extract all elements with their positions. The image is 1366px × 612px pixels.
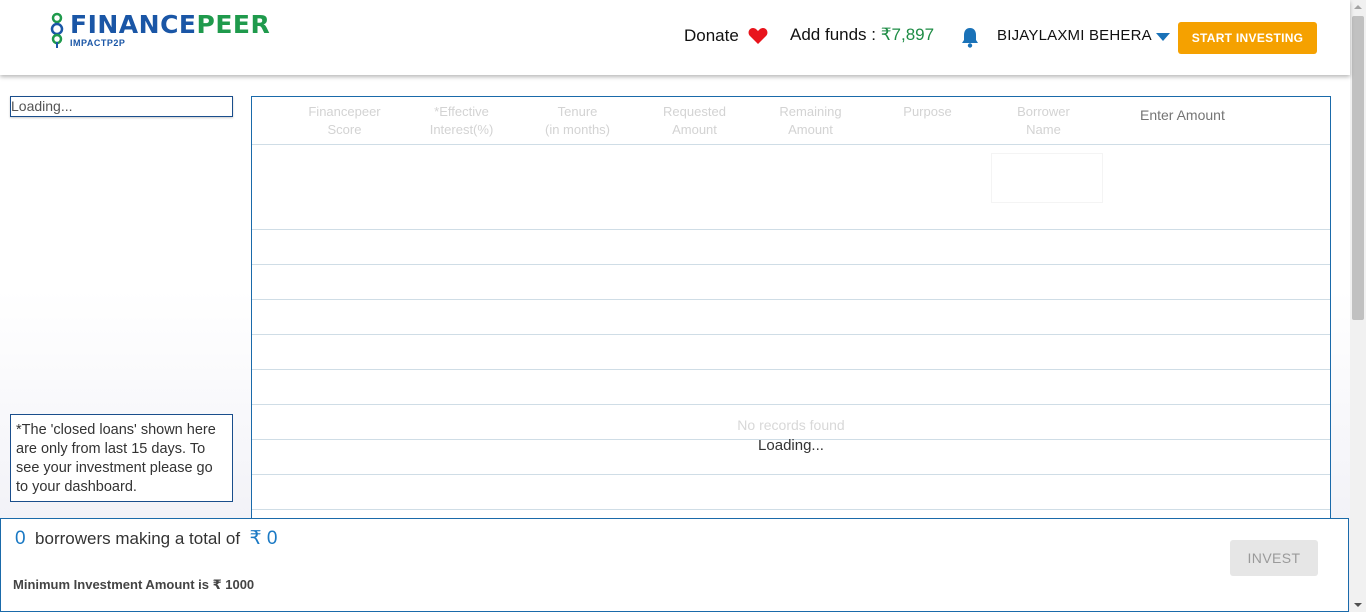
user-menu-name[interactable]: BIJAYLAXMI BEHERA bbox=[997, 27, 1152, 44]
table-row-divider bbox=[252, 474, 1330, 475]
table-header: Financepeer Score *Effective Interest(%) T… bbox=[252, 97, 1330, 145]
brand-logo[interactable]: FINANCEPEER IMPACTP2P bbox=[48, 12, 270, 48]
add-funds-label: Add funds : bbox=[790, 25, 881, 44]
investment-summary-bar: 0 borrowers making a total of ₹ 0 Minimu… bbox=[0, 518, 1349, 612]
invest-button[interactable]: INVEST bbox=[1230, 540, 1318, 576]
loans-table: Financepeer Score *Effective Interest(%) T… bbox=[251, 96, 1331, 521]
scroll-down-icon[interactable] bbox=[1354, 603, 1362, 607]
column-header-interest[interactable]: *Effective Interest(%) bbox=[404, 103, 519, 139]
donate-link[interactable]: Donate bbox=[684, 26, 768, 46]
enter-amount-input[interactable] bbox=[1140, 104, 1320, 126]
add-funds-link[interactable]: Add funds : ₹7,897 bbox=[790, 25, 934, 45]
summary-text: borrowers making a total of bbox=[35, 529, 241, 548]
table-placeholder-cell bbox=[991, 153, 1103, 203]
table-row-divider bbox=[252, 404, 1330, 405]
column-header-tenure[interactable]: Tenure (in months) bbox=[520, 103, 635, 139]
start-investing-button[interactable]: START INVESTING bbox=[1178, 22, 1317, 54]
donate-label: Donate bbox=[684, 26, 739, 45]
table-row-divider bbox=[252, 229, 1330, 230]
logo-tagline: IMPACTP2P bbox=[70, 38, 126, 48]
column-header-purpose[interactable]: Purpose bbox=[870, 103, 985, 121]
caret-down-icon[interactable] bbox=[1156, 33, 1170, 41]
scroll-up-icon[interactable] bbox=[1354, 5, 1362, 9]
table-row-divider bbox=[252, 369, 1330, 370]
borrower-count: 0 bbox=[15, 528, 26, 549]
minimum-investment-note: Minimum Investment Amount is ₹ 1000 bbox=[13, 577, 255, 592]
filter-loading-box: Loading... bbox=[10, 96, 233, 117]
closed-loans-note: *The 'closed loans' shown here are only … bbox=[10, 414, 233, 502]
top-navbar: FINANCEPEER IMPACTP2P Donate Add funds :… bbox=[0, 0, 1350, 75]
scroll-thumb[interactable] bbox=[1352, 16, 1364, 320]
table-row-divider bbox=[252, 264, 1330, 265]
total-amount: ₹ 0 bbox=[249, 528, 278, 549]
bell-icon[interactable] bbox=[960, 26, 980, 48]
page-scrollbar[interactable] bbox=[1350, 0, 1366, 612]
table-loading-indicator: Loading... bbox=[758, 437, 824, 454]
column-header-score[interactable]: Financepeer Score bbox=[287, 103, 402, 139]
investment-summary: 0 borrowers making a total of ₹ 0 bbox=[15, 527, 277, 550]
no-records-message: No records found bbox=[737, 417, 845, 433]
table-row-divider bbox=[252, 509, 1330, 510]
logo-wordmark: FINANCEPEER bbox=[70, 10, 271, 39]
table-row-divider bbox=[252, 334, 1330, 335]
funds-amount: ₹7,897 bbox=[880, 25, 935, 44]
logo-mark-icon bbox=[50, 12, 64, 48]
column-header-requested-amount[interactable]: Requested Amount bbox=[637, 103, 752, 139]
heart-icon bbox=[748, 28, 768, 44]
logo-text: FINANCEPEER IMPACTP2P bbox=[70, 12, 270, 48]
column-header-remaining-amount[interactable]: Remaining Amount bbox=[753, 103, 868, 139]
column-header-borrower-name[interactable]: Borrower Name bbox=[986, 103, 1101, 139]
table-row-divider bbox=[252, 299, 1330, 300]
